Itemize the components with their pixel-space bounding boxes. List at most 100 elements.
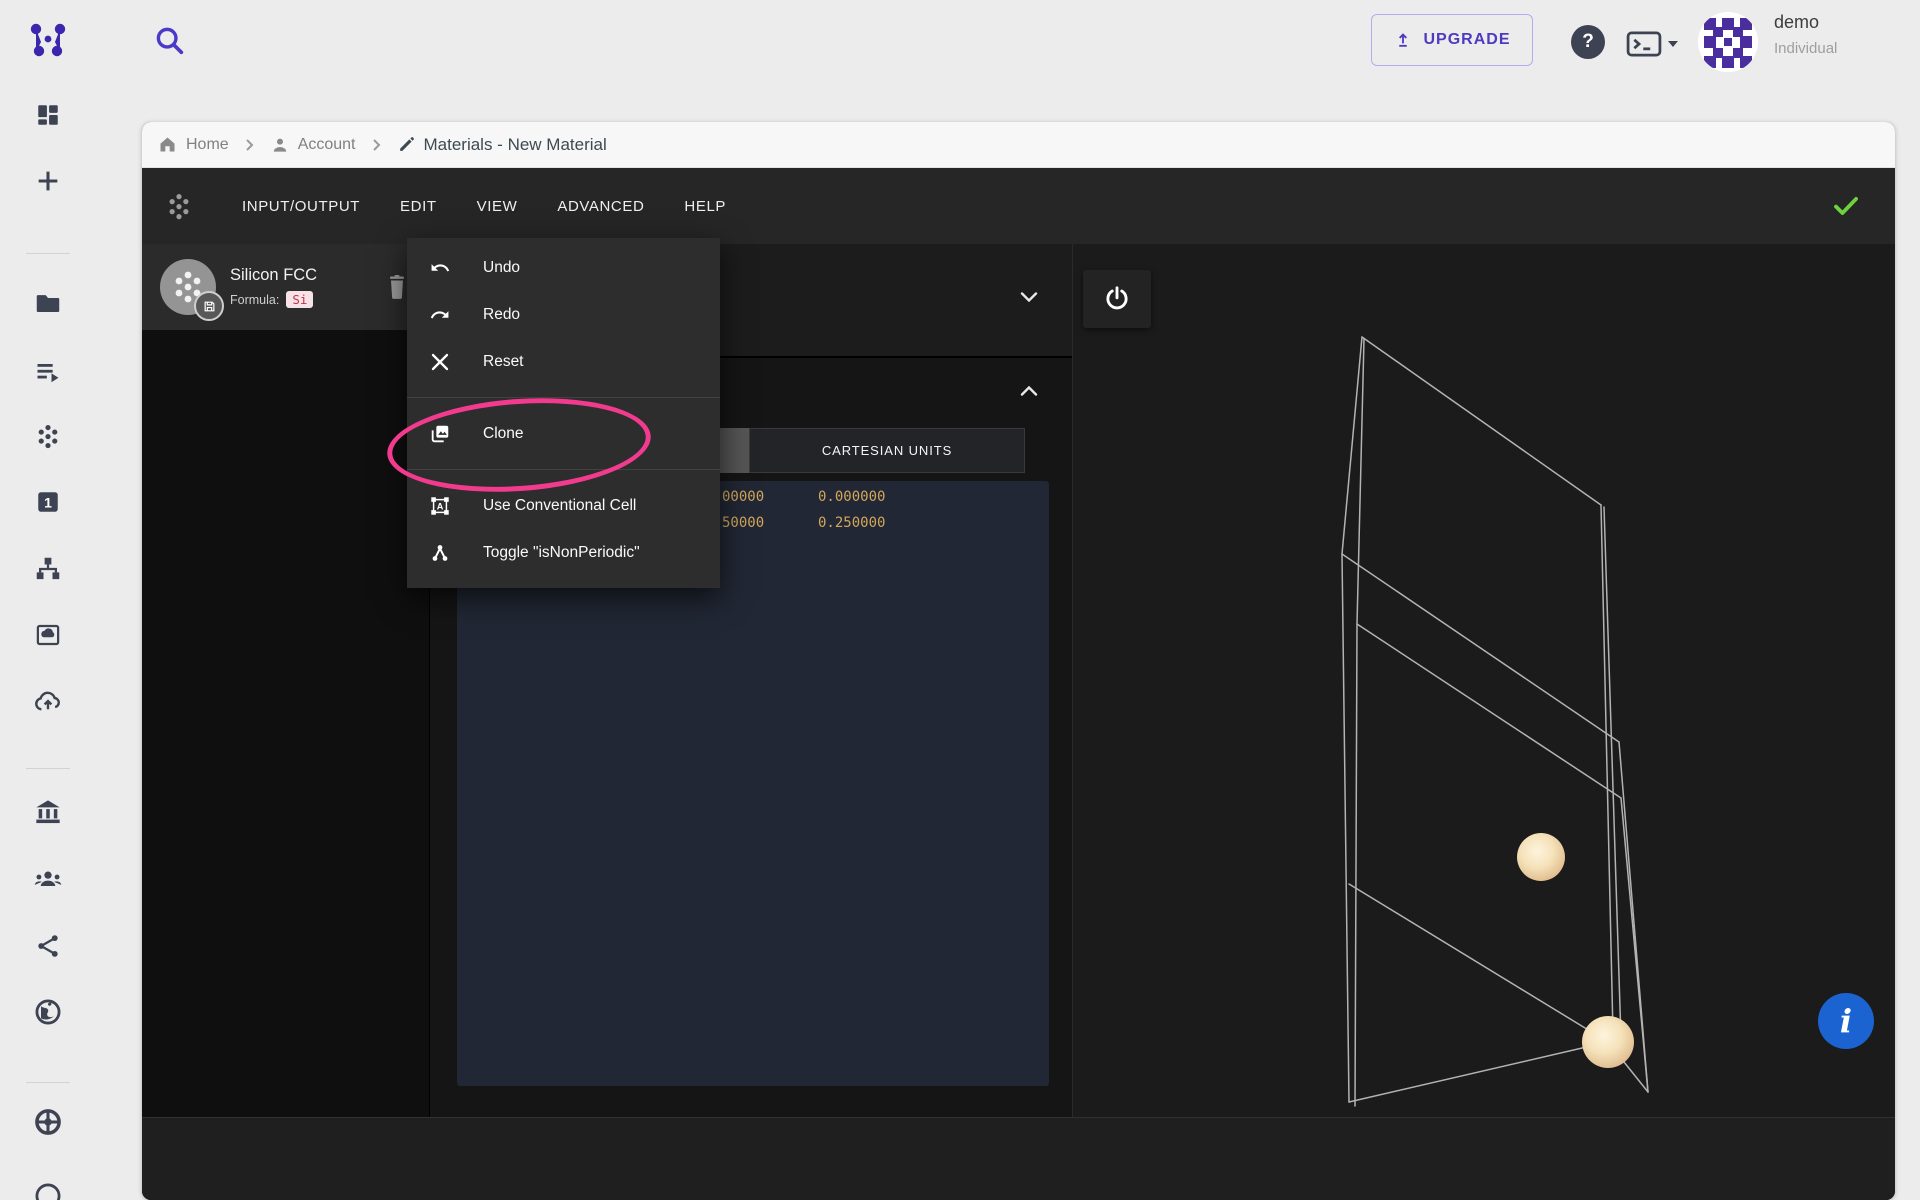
pencil-icon <box>397 135 416 154</box>
menu-divider <box>407 469 720 470</box>
user-avatar[interactable] <box>1698 12 1758 72</box>
menu-item-undo-label: Undo <box>483 259 520 277</box>
material-card[interactable]: Silicon FCC Formula: Si <box>142 244 429 330</box>
number-one-icon: 1 <box>35 489 61 515</box>
tab-cartesian-units[interactable]: CARTESIAN UNITS <box>749 428 1025 473</box>
sidebar-item-materials[interactable] <box>35 423 62 450</box>
breadcrumb-separator <box>245 138 254 152</box>
designer-menubar: INPUT/OUTPUT EDIT VIEW ADVANCED HELP <box>142 168 1895 244</box>
folder-icon <box>35 290 62 317</box>
unit-cell-wireframe <box>1073 244 1895 1117</box>
globe-icon <box>34 998 62 1026</box>
menu-divider <box>407 397 720 398</box>
breadcrumb: Home Account Materials - New Material <box>142 122 1895 168</box>
sidebar-item-organization[interactable] <box>34 798 62 826</box>
material-avatar <box>160 259 216 315</box>
menu-item-clone-label: Clone <box>483 425 524 443</box>
delete-material-button[interactable] <box>387 275 407 299</box>
people-icon <box>34 866 63 895</box>
molecule-bond-icon <box>428 541 452 565</box>
menu-item-undo[interactable]: Undo <box>407 244 720 291</box>
help-button[interactable]: ? <box>1571 25 1605 59</box>
sidebar-item-uploads[interactable] <box>34 688 63 717</box>
clone-icon <box>428 422 452 446</box>
menu-view[interactable]: VIEW <box>477 198 518 215</box>
tab-crystal-units-partial[interactable] <box>719 428 749 473</box>
menu-edit[interactable]: EDIT <box>400 198 437 215</box>
atom-sphere <box>1582 1016 1634 1068</box>
sidebar-item-workflows[interactable] <box>35 556 62 583</box>
menu-item-redo-label: Redo <box>483 306 520 324</box>
designer-content: Silicon FCC Formula: Si <box>142 244 1895 1117</box>
upgrade-button[interactable]: UPGRADE <box>1371 14 1533 66</box>
sidebar-item-public[interactable] <box>34 998 62 1026</box>
menu-advanced[interactable]: ADVANCED <box>557 198 644 215</box>
formula-chip: Si <box>286 291 313 308</box>
materials-designer-window: Home Account Materials - New Material IN… <box>142 122 1895 1200</box>
breadcrumb-account[interactable]: Account <box>270 135 356 155</box>
viewer-info-button[interactable]: i <box>1818 993 1874 1049</box>
identicon <box>1698 12 1758 72</box>
material-name: Silicon FCC <box>230 266 383 285</box>
menu-help[interactable]: HELP <box>684 198 726 215</box>
svg-text:1: 1 <box>44 494 52 510</box>
menu-item-toggle-non-periodic-label: Toggle "isNonPeriodic" <box>483 544 640 562</box>
close-x-icon <box>428 350 452 374</box>
redo-icon <box>428 303 452 327</box>
menu-item-clone[interactable]: Clone <box>407 410 720 457</box>
basis-value: 50000 <box>722 515 764 531</box>
menu-item-toggle-non-periodic[interactable]: Toggle "isNonPeriodic" <box>407 529 720 576</box>
menu-item-use-conventional-cell[interactable]: A Use Conventional Cell <box>407 482 720 529</box>
bottom-bar <box>142 1117 1895 1200</box>
search-button[interactable] <box>150 21 190 61</box>
app-logo-icon[interactable] <box>28 22 68 60</box>
console-button[interactable] <box>1626 29 1680 59</box>
dashboard-icon <box>35 102 61 128</box>
sidebar-item-dashboard[interactable] <box>35 102 61 128</box>
sidebar-item-share[interactable] <box>35 933 62 960</box>
saved-check-icon <box>1833 195 1859 217</box>
menu-input-output[interactable]: INPUT/OUTPUT <box>242 198 360 215</box>
saved-badge-icon <box>194 291 224 321</box>
screen: 1 <box>0 0 1920 1200</box>
menu-item-redo[interactable]: Redo <box>407 291 720 338</box>
sidebar-item-admin[interactable] <box>34 1108 62 1136</box>
formula-label: Formula: <box>230 293 279 307</box>
wallpaper-cloud-icon <box>35 622 62 649</box>
sidebar-item-images[interactable] <box>35 622 62 649</box>
user-name[interactable]: demo <box>1774 12 1819 33</box>
collapse-section-button[interactable] <box>1020 386 1038 396</box>
sidebar-divider <box>26 768 70 769</box>
cloud-upload-icon <box>34 688 63 717</box>
sidebar-divider <box>26 253 70 254</box>
sidebar-item-partial[interactable] <box>34 1182 62 1200</box>
chevron-down-icon <box>1020 292 1038 302</box>
breadcrumb-home-label: Home <box>186 136 229 154</box>
sidebar-item-projects[interactable] <box>35 290 62 317</box>
terminal-icon <box>1626 29 1662 59</box>
atom-sphere <box>1517 833 1565 881</box>
molecule-dots-icon <box>164 191 194 221</box>
breadcrumb-current: Materials - New Material <box>397 135 607 155</box>
materials-list-panel: Silicon FCC Formula: Si <box>142 244 429 1117</box>
playlist-play-icon <box>34 357 62 385</box>
menu-item-use-conventional-cell-label: Use Conventional Cell <box>483 497 636 515</box>
breadcrumb-separator <box>372 138 381 152</box>
menu-item-reset[interactable]: Reset <box>407 338 720 385</box>
upgrade-label: UPGRADE <box>1423 31 1510 49</box>
plus-icon <box>34 167 62 195</box>
breadcrumb-home[interactable]: Home <box>157 134 229 155</box>
expand-section-button[interactable] <box>1020 292 1038 302</box>
tab-cartesian-units-label: CARTESIAN UNITS <box>822 443 952 458</box>
sitemap-icon <box>35 556 62 583</box>
chevron-down-icon <box>1666 39 1680 49</box>
basis-value: 0.250000 <box>818 515 885 531</box>
sidebar-item-jobs[interactable] <box>34 357 62 385</box>
bank-icon <box>34 798 62 826</box>
chevron-up-icon <box>1020 386 1038 396</box>
partial-circle-icon <box>34 1182 62 1200</box>
sidebar-item-looks-one[interactable]: 1 <box>35 489 61 515</box>
sidebar-item-create[interactable] <box>34 167 62 195</box>
structure-3d-viewer[interactable]: i <box>1072 244 1895 1117</box>
sidebar-item-team[interactable] <box>34 866 63 895</box>
